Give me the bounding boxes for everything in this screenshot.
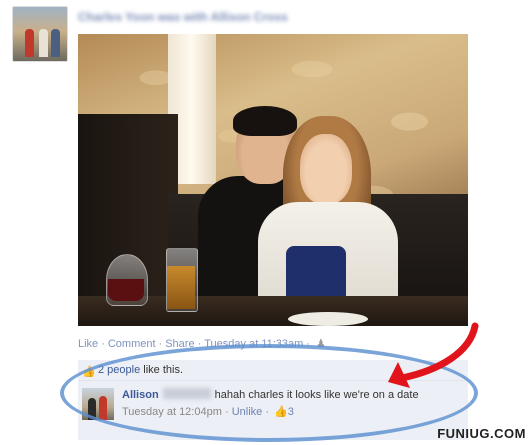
red-arrow-annotation <box>388 322 479 388</box>
woman-face <box>300 134 352 204</box>
wine <box>108 279 144 301</box>
avatar-figure <box>25 29 34 57</box>
like-link[interactable]: Like <box>78 338 98 350</box>
avatar-figure <box>39 29 48 57</box>
post-photo[interactable] <box>78 34 468 326</box>
separator: · <box>158 338 163 350</box>
separator: · <box>101 338 105 350</box>
poster-avatar[interactable] <box>12 6 68 62</box>
avatar-figure <box>51 29 60 57</box>
plate <box>288 312 368 326</box>
man-hair <box>233 106 297 136</box>
comment-link[interactable]: Comment <box>108 338 156 350</box>
watermark: FUNIUG.COM <box>437 426 526 441</box>
facebook-post: Charles Yoon was with Allison Cross Like… <box>0 0 530 445</box>
post-title[interactable]: Charles Yoon was with Allison Cross <box>78 10 398 24</box>
beer <box>167 266 195 309</box>
